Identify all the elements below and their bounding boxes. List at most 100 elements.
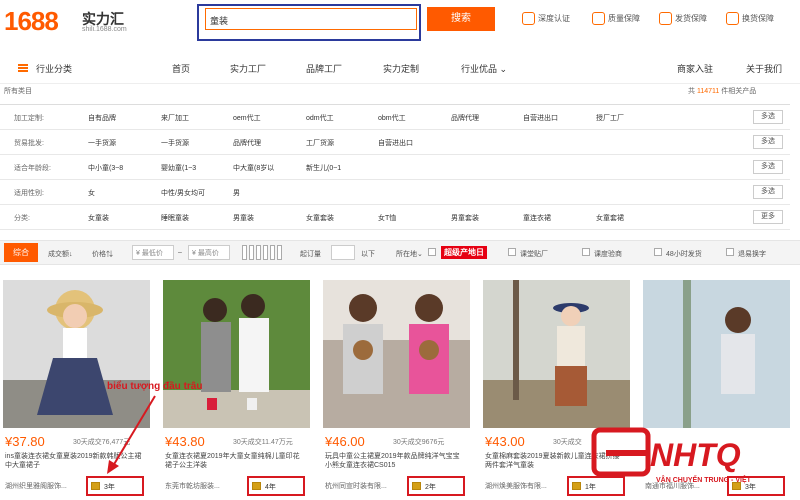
- filter-option[interactable]: oem代工: [233, 113, 261, 123]
- nav-brand-factory[interactable]: 品牌工厂: [306, 62, 342, 75]
- filter-option[interactable]: 中大童(8岁以: [233, 163, 274, 173]
- nav-strong-factory[interactable]: 实力工厂: [230, 62, 266, 75]
- filter-option[interactable]: 自有品牌: [88, 113, 116, 123]
- filter-option[interactable]: 品牌代理: [451, 113, 479, 123]
- product-price: ¥43.80: [165, 434, 205, 449]
- origin-day-badge[interactable]: 超级产地日: [441, 246, 487, 259]
- filter-option[interactable]: 男: [233, 188, 240, 198]
- multi-select-button[interactable]: 多选: [753, 160, 783, 174]
- service-deep-certification[interactable]: 深度认证: [522, 10, 570, 26]
- shop-name[interactable]: 湖州焕美服饰有限...: [485, 481, 565, 491]
- service-exchange-guarantee[interactable]: 换货保障: [726, 10, 774, 26]
- checkbox[interactable]: [654, 248, 662, 256]
- nav-quality-products[interactable]: 行业优品 ⌄: [461, 62, 507, 75]
- price-min-input[interactable]: ¥ 最低价: [132, 245, 174, 260]
- product-sold: 30天成交: [553, 439, 582, 446]
- sort-arrow-icon: ⇅: [106, 251, 113, 258]
- location-filter[interactable]: 所在地⌄: [396, 249, 423, 259]
- filter-option[interactable]: odm代工: [306, 113, 334, 123]
- price-range-bar[interactable]: [256, 245, 261, 260]
- price-range-bar[interactable]: [270, 245, 275, 260]
- checkbox[interactable]: [508, 248, 516, 256]
- filter-option[interactable]: obm代工: [378, 113, 406, 123]
- product-image[interactable]: [643, 280, 790, 428]
- filter-option[interactable]: 女T恤: [378, 213, 396, 223]
- supplier-years-badge[interactable]: 4年: [247, 476, 305, 496]
- filter-option[interactable]: 新生儿(0~1: [306, 163, 341, 173]
- filter-option[interactable]: 自营进出口: [523, 113, 558, 123]
- filter-option[interactable]: 自营进出口: [378, 138, 413, 148]
- more-button[interactable]: 更多: [753, 210, 783, 224]
- filter-panel: 加工定制: 自有品牌 来厂加工 oem代工 odm代工 obm代工 品牌代理 自…: [0, 104, 790, 232]
- filter-option[interactable]: 来厂加工: [161, 113, 189, 123]
- search-input[interactable]: 童装: [205, 8, 417, 30]
- multi-select-button[interactable]: 多选: [753, 135, 783, 149]
- sort-arrow-icon: ↓: [69, 251, 73, 258]
- price-range-bar[interactable]: [277, 245, 282, 260]
- nhtq-logo: NHTQ VẬN CHUYỂN TRUNG - VIỆT: [591, 427, 752, 484]
- price-range-bar[interactable]: [249, 245, 254, 260]
- product-price: ¥43.00: [485, 434, 525, 449]
- badge-icon: [592, 11, 605, 25]
- filter-option[interactable]: 品牌代理: [233, 138, 261, 148]
- filter-option[interactable]: 童连衣裙: [523, 213, 551, 223]
- filter-row-trade: 贸易批发: 一手货源 一手货源 品牌代理 工厂货源 自营进出口 多选: [0, 130, 790, 155]
- logo-1688[interactable]: 1688: [4, 6, 59, 37]
- filter-option[interactable]: 女童套装: [306, 213, 334, 223]
- nav-merchant-join[interactable]: 商家入驻: [677, 62, 713, 75]
- service-quality-guarantee[interactable]: 质量保障: [592, 10, 640, 26]
- filter-option[interactable]: 中性/男女均可: [161, 188, 205, 198]
- sort-default[interactable]: 综合: [4, 243, 38, 262]
- shop-name[interactable]: 东莞市乾坊服装...: [165, 481, 245, 491]
- price-range-bar[interactable]: [263, 245, 268, 260]
- shop-name[interactable]: 杭州同宣时装有限...: [325, 481, 405, 491]
- service-shipping-guarantee[interactable]: 发货保障: [659, 10, 707, 26]
- price-max-input[interactable]: ¥ 最高价: [188, 245, 230, 260]
- filter-option[interactable]: 一手货源: [161, 138, 189, 148]
- checkbox[interactable]: [726, 248, 734, 256]
- sort-price[interactable]: 价格⇅: [92, 249, 113, 259]
- filter-option[interactable]: 睡眠童装: [161, 213, 189, 223]
- shield-icon: [522, 11, 535, 25]
- product-card[interactable]: ¥46.00 30天成交9676元 玩具中童公主裙夏2019年款品牌纯洋气宝宝小…: [323, 280, 470, 500]
- product-title[interactable]: 女童连衣裙夏2019年大童女童纯棉儿童印花裙子公主洋装: [165, 452, 305, 472]
- filter-option[interactable]: 男童装: [233, 213, 254, 223]
- filter-option[interactable]: 男童套装: [451, 213, 479, 223]
- nav-about-us[interactable]: 关于我们: [746, 62, 782, 75]
- origin-checkbox[interactable]: [428, 248, 436, 256]
- order-qty-below: 以下: [361, 251, 375, 258]
- checkbox[interactable]: [582, 248, 590, 256]
- order-qty-input[interactable]: [331, 245, 355, 260]
- order-qty-label: 起订量: [300, 251, 321, 258]
- nhtq-tagline: VẬN CHUYỂN TRUNG - VIỆT: [656, 475, 752, 484]
- filter-option[interactable]: 工厂货源: [306, 138, 334, 148]
- breadcrumb[interactable]: 所有类目: [4, 86, 32, 96]
- supplier-years-badge[interactable]: 2年: [407, 476, 465, 496]
- price-range-bar[interactable]: [242, 245, 247, 260]
- product-image[interactable]: [483, 280, 630, 428]
- buffalo-head-icon: [412, 482, 421, 490]
- sort-sales[interactable]: 成交额↓: [48, 249, 73, 259]
- shop-name[interactable]: 湖州织里雅阁服饰...: [5, 481, 85, 491]
- exchange-icon: [726, 11, 739, 25]
- filter-option[interactable]: 中小童(3~8: [88, 163, 123, 173]
- nav-custom[interactable]: 实力定制: [383, 62, 419, 75]
- search-button[interactable]: 搜索: [427, 7, 495, 31]
- product-title[interactable]: 玩具中童公主裙夏2019年款品牌纯洋气宝宝小熊女童连衣裙CS015: [325, 452, 465, 472]
- multi-select-button[interactable]: 多选: [753, 110, 783, 124]
- filter-option[interactable]: 女童装: [88, 213, 109, 223]
- multi-select-button[interactable]: 多选: [753, 185, 783, 199]
- nav-home[interactable]: 首页: [172, 62, 190, 75]
- filter-option[interactable]: 女童套裙: [596, 213, 624, 223]
- result-count: 共 114711 件相关产品: [688, 88, 757, 95]
- filter-option[interactable]: 一手货源: [88, 138, 116, 148]
- filter-option[interactable]: 女: [88, 188, 95, 198]
- filter-row-category: 分类: 女童装 睡眠童装 男童装 女童套装 女T恤 男童套装 童连衣裙 女童套裙…: [0, 205, 790, 230]
- filter-option[interactable]: 婴幼童(1~3: [161, 163, 196, 173]
- filter-option[interactable]: 授厂工厂: [596, 113, 624, 123]
- product-image[interactable]: [323, 280, 470, 428]
- buffalo-head-icon: [572, 482, 581, 490]
- product-image[interactable]: [163, 280, 310, 428]
- supplier-years-badge[interactable]: 3年: [86, 476, 144, 496]
- nav-category[interactable]: 行业分类: [36, 62, 72, 75]
